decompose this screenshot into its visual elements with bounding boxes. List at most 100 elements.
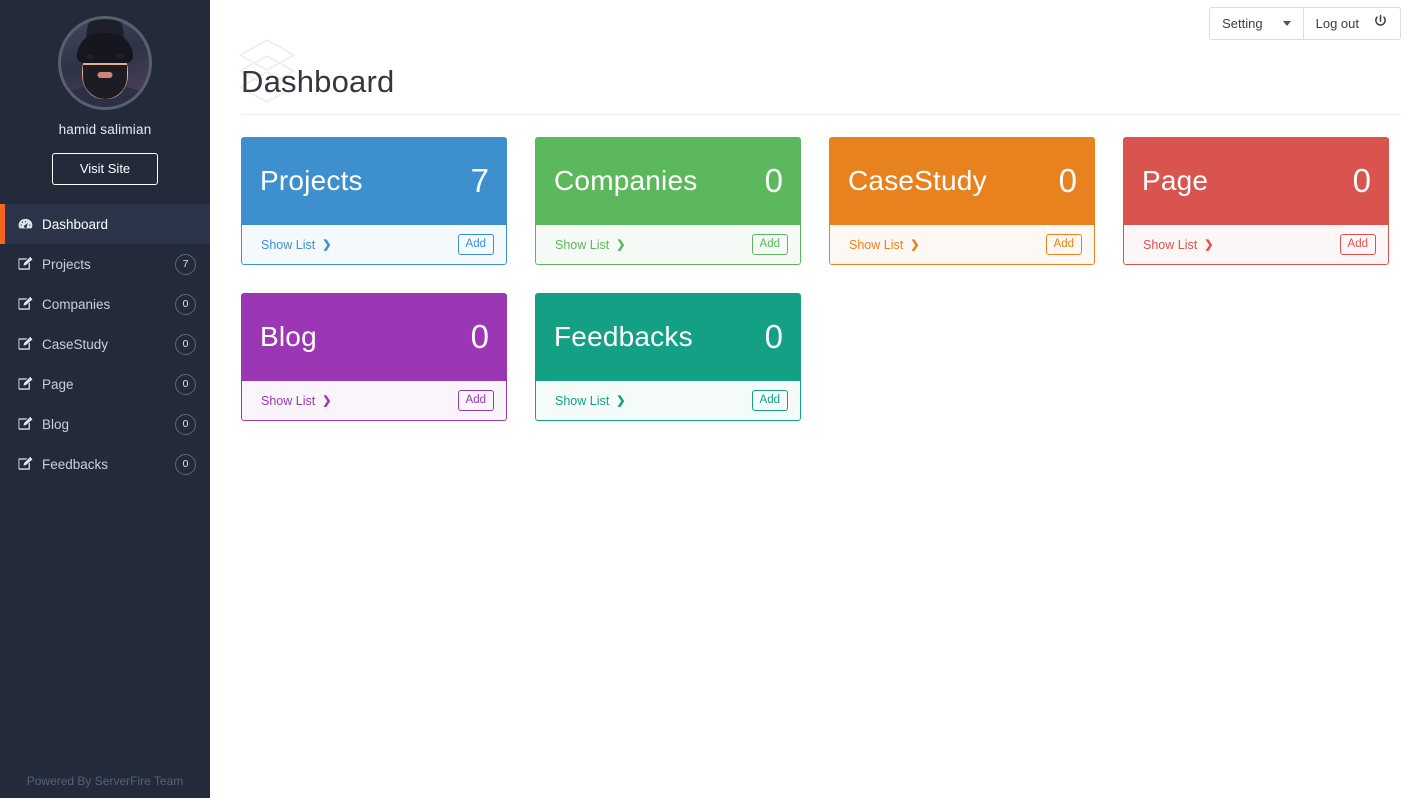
- sidebar-item-badge: 0: [175, 453, 196, 475]
- dashboard-icon: [18, 218, 38, 231]
- sidebar-item-dashboard[interactable]: Dashboard: [0, 204, 210, 244]
- card-header: Companies 0: [535, 137, 801, 225]
- card-title: Companies: [554, 165, 698, 196]
- sidebar: hamid salimian Visit Site Dashboard Proj…: [0, 0, 210, 798]
- card-count: 0: [764, 162, 783, 199]
- avatar: [58, 16, 152, 110]
- sidebar-item-casestudy[interactable]: CaseStudy 0: [0, 324, 210, 364]
- sidebar-item-badge: 0: [175, 413, 196, 435]
- user-name: hamid salimian: [58, 122, 152, 137]
- sidebar-item-label: Dashboard: [42, 216, 109, 232]
- card-header: Projects 7: [241, 137, 507, 225]
- card-count: 0: [470, 318, 489, 355]
- show-list-link[interactable]: Show List ❯: [261, 394, 331, 408]
- show-list-link[interactable]: Show List ❯: [849, 238, 919, 252]
- setting-dropdown-button[interactable]: Setting: [1209, 6, 1304, 40]
- show-list-label: Show List: [849, 237, 904, 252]
- card-title: Projects: [260, 165, 363, 196]
- main-content: Setting Log out Dashboard Projects 7 Sho…: [210, 0, 1424, 798]
- visit-site-button[interactable]: Visit Site: [52, 153, 158, 185]
- card-header: CaseStudy 0: [829, 137, 1095, 225]
- card-footer: Show List ❯ Add: [829, 225, 1095, 265]
- stat-cards: Projects 7 Show List ❯ Add Companies 0 S…: [241, 137, 1401, 421]
- avatar-container: [0, 0, 210, 110]
- sidebar-nav: Dashboard Projects 7 Companies 0 CaseStu…: [0, 204, 210, 484]
- setting-label: Setting: [1222, 15, 1263, 31]
- chevron-right-icon: ❯: [616, 395, 626, 407]
- add-button[interactable]: Add: [1339, 234, 1376, 255]
- card-count: 0: [1352, 162, 1371, 199]
- logout-label: Log out: [1315, 15, 1359, 31]
- powered-by-text: Powered By ServerFire Team: [26, 774, 184, 788]
- add-button[interactable]: Add: [751, 234, 788, 255]
- card-count: 0: [1058, 162, 1077, 199]
- sidebar-item-label: Page: [42, 376, 74, 392]
- card-header: Page 0: [1123, 137, 1389, 225]
- sidebar-item-label: CaseStudy: [42, 336, 109, 352]
- sidebar-item-projects[interactable]: Projects 7: [0, 244, 210, 284]
- show-list-link[interactable]: Show List ❯: [555, 238, 625, 252]
- sidebar-item-label: Companies: [42, 296, 111, 312]
- stat-card-blog: Blog 0 Show List ❯ Add: [241, 293, 507, 421]
- sidebar-item-page[interactable]: Page 0: [0, 364, 210, 404]
- stat-card-casestudy: CaseStudy 0 Show List ❯ Add: [829, 137, 1095, 265]
- chevron-right-icon: ❯: [910, 239, 920, 251]
- card-footer: Show List ❯ Add: [241, 381, 507, 421]
- add-button[interactable]: Add: [751, 390, 788, 411]
- edit-icon: [18, 337, 38, 351]
- sidebar-item-label: Projects: [42, 256, 91, 272]
- edit-icon: [18, 297, 38, 311]
- edit-icon: [18, 377, 38, 391]
- chevron-right-icon: ❯: [322, 395, 332, 407]
- card-footer: Show List ❯ Add: [535, 381, 801, 421]
- card-title: CaseStudy: [848, 165, 987, 196]
- card-title: Blog: [260, 321, 317, 352]
- sidebar-item-label: Blog: [42, 416, 70, 432]
- edit-icon: [18, 417, 38, 431]
- sidebar-item-blog[interactable]: Blog 0: [0, 404, 210, 444]
- sidebar-item-badge: 7: [175, 253, 196, 275]
- page-title: Dashboard: [241, 64, 395, 99]
- sidebar-item-badge: 0: [175, 333, 196, 355]
- add-button[interactable]: Add: [457, 234, 494, 255]
- card-footer: Show List ❯ Add: [535, 225, 801, 265]
- chevron-right-icon: ❯: [1204, 239, 1214, 251]
- chevron-right-icon: ❯: [616, 239, 626, 251]
- show-list-link[interactable]: Show List ❯: [555, 394, 625, 408]
- show-list-link[interactable]: Show List ❯: [261, 238, 331, 252]
- chevron-right-icon: ❯: [322, 239, 332, 251]
- stat-card-companies: Companies 0 Show List ❯ Add: [535, 137, 801, 265]
- card-title: Page: [1142, 165, 1209, 196]
- add-button[interactable]: Add: [1045, 234, 1082, 255]
- chevron-down-icon: [1282, 20, 1291, 26]
- dashboard-page: hamid salimian Visit Site Dashboard Proj…: [0, 0, 1424, 798]
- show-list-link[interactable]: Show List ❯: [1143, 238, 1213, 252]
- sidebar-item-companies[interactable]: Companies 0: [0, 284, 210, 324]
- topbar: Setting Log out: [210, 0, 1424, 46]
- card-count: 0: [764, 318, 783, 355]
- stat-card-feedbacks: Feedbacks 0 Show List ❯ Add: [535, 293, 801, 421]
- edit-icon: [18, 457, 38, 471]
- edit-icon: [18, 257, 38, 271]
- card-title: Feedbacks: [554, 321, 693, 352]
- power-icon: [1373, 14, 1388, 32]
- card-count: 7: [470, 162, 489, 199]
- sidebar-item-badge: 0: [175, 373, 196, 395]
- sidebar-item-badge: 0: [175, 293, 196, 315]
- sidebar-item-feedbacks[interactable]: Feedbacks 0: [0, 444, 210, 484]
- topbar-button-group: Setting Log out: [1209, 6, 1401, 40]
- card-footer: Show List ❯ Add: [241, 225, 507, 265]
- add-button[interactable]: Add: [457, 390, 494, 411]
- stat-card-page: Page 0 Show List ❯ Add: [1123, 137, 1389, 265]
- show-list-label: Show List: [261, 393, 316, 408]
- card-footer: Show List ❯ Add: [1123, 225, 1389, 265]
- card-header: Feedbacks 0: [535, 293, 801, 381]
- sidebar-item-label: Feedbacks: [42, 456, 109, 472]
- show-list-label: Show List: [555, 237, 610, 252]
- logout-button[interactable]: Log out: [1303, 6, 1401, 40]
- card-header: Blog 0: [241, 293, 507, 381]
- stat-card-projects: Projects 7 Show List ❯ Add: [241, 137, 507, 265]
- show-list-label: Show List: [261, 237, 316, 252]
- show-list-label: Show List: [1143, 237, 1198, 252]
- page-header: Dashboard: [238, 39, 1401, 115]
